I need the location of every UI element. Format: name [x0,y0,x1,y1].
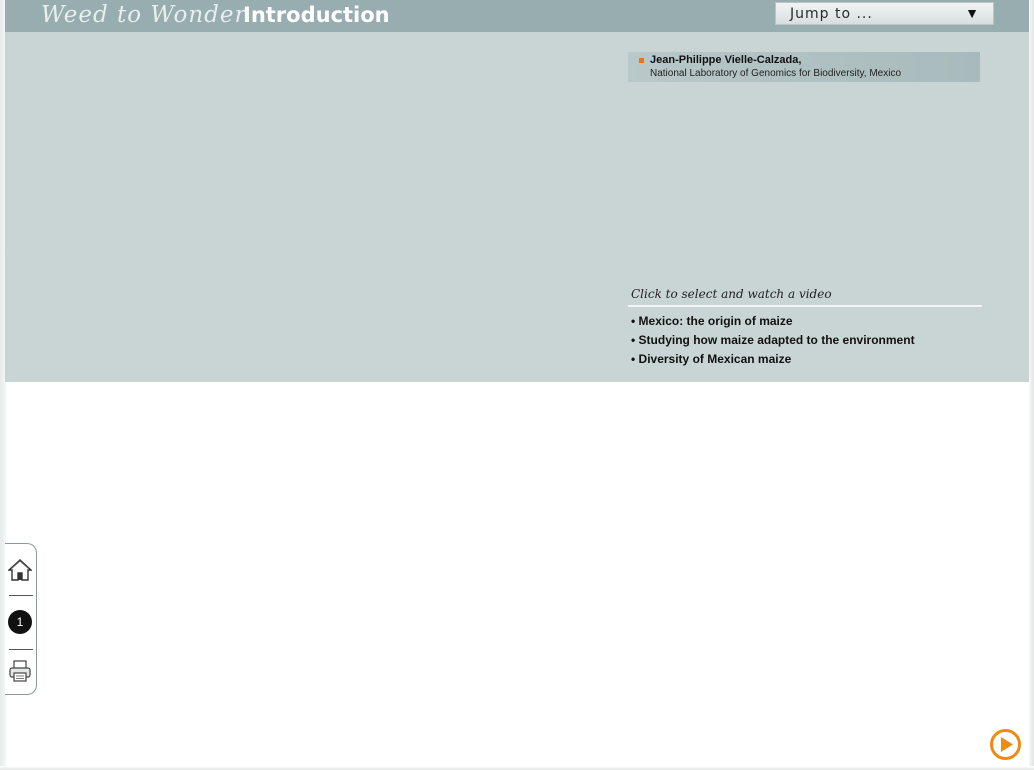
video-list-heading: Click to select and watch a video [631,287,832,301]
header-bar: Weed to Wonder Introduction Jump to ... … [5,0,1029,32]
video-link-origin[interactable]: • Mexico: the origin of maize [631,314,915,333]
page: Weed to Wonder Introduction Jump to ... … [0,0,1034,770]
play-next-icon [990,729,1021,760]
home-icon[interactable] [7,558,33,582]
bullet-square-icon [639,58,644,63]
page-title: Introduction [243,3,390,27]
jump-to-dropdown[interactable]: Jump to ... ▼ [775,2,994,25]
video-list: • Mexico: the origin of maize • Studying… [631,314,915,371]
bottom-edge-shadow [0,766,1034,770]
divider [9,649,33,650]
right-edge-shadow [1029,0,1034,770]
page-number-badge[interactable]: 1 [8,610,32,634]
content-panel: Jean-Philippe Vielle-Calzada, National L… [5,32,1029,382]
printer-icon[interactable] [8,659,32,683]
video-link-adaptation[interactable]: • Studying how maize adapted to the envi… [631,333,915,352]
next-page-button[interactable] [990,729,1021,760]
divider [628,305,982,307]
video-link-diversity[interactable]: • Diversity of Mexican maize [631,352,915,371]
jump-to-label: Jump to ... [790,6,873,22]
brand-logo[interactable]: Weed to Wonder [41,2,247,28]
speaker-caption: Jean-Philippe Vielle-Calzada, National L… [628,52,980,82]
triangle-down-icon: ▼ [965,5,979,21]
side-navigation: 1 [5,543,37,695]
divider [9,595,33,596]
speaker-affiliation: National Laboratory of Genomics for Biod… [650,68,902,79]
speaker-name: Jean-Philippe Vielle-Calzada, [650,54,802,66]
